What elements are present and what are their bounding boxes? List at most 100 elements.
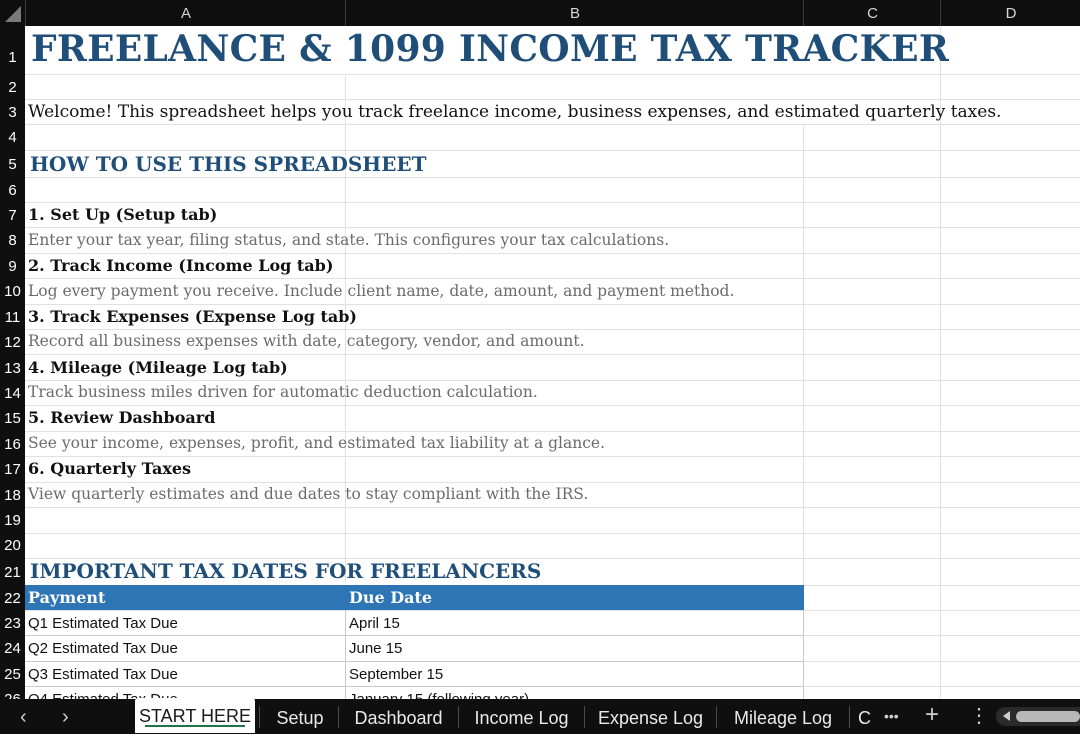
gridline <box>25 253 1080 254</box>
table-cell-payment[interactable]: Q2 Estimated Tax Due <box>28 640 178 657</box>
column-header-b[interactable]: B <box>345 0 804 26</box>
table-border <box>25 686 804 687</box>
row-header[interactable]: 1 <box>0 49 25 66</box>
row-header[interactable]: 9 <box>0 258 25 275</box>
gridline <box>25 533 1080 534</box>
tab-start-here[interactable]: START HERE <box>135 698 255 733</box>
row-header[interactable]: 15 <box>0 410 25 427</box>
step-description: View quarterly estimates and due dates t… <box>28 485 589 503</box>
column-header-c[interactable]: C <box>803 0 941 26</box>
table-header-payment: Payment <box>28 588 106 607</box>
gridline <box>25 124 1080 125</box>
how-to-heading: HOW TO USE THIS SPREADSHEET <box>30 152 427 176</box>
tab-label: Dashboard <box>354 708 443 728</box>
step-title: 3. Track Expenses (Expense Log tab) <box>28 307 357 326</box>
row-header[interactable]: 10 <box>0 283 25 300</box>
table-cell-due-date[interactable]: April 15 <box>349 615 400 632</box>
table-cell-payment[interactable]: Q3 Estimated Tax Due <box>28 666 178 683</box>
gridline <box>940 26 941 699</box>
page-title: FREELANCE & 1099 INCOME TAX TRACKER <box>31 28 950 70</box>
gridline <box>25 354 1080 355</box>
tab-separator <box>259 706 260 728</box>
step-title: 5. Review Dashboard <box>28 408 216 427</box>
gridline <box>25 227 1080 228</box>
tab-truncated[interactable]: C <box>858 699 878 734</box>
tab-dashboard[interactable]: Dashboard <box>339 699 458 734</box>
row-header[interactable]: 5 <box>0 156 25 173</box>
scrollbar-thumb[interactable] <box>1016 711 1080 722</box>
table-border <box>345 610 346 699</box>
row-header[interactable]: 24 <box>0 640 25 657</box>
step-description: Record all business expenses with date, … <box>28 332 585 350</box>
column-header-a[interactable]: A <box>25 0 346 26</box>
chevron-left-icon: ‹ <box>20 706 27 728</box>
table-cell-due-date[interactable]: June 15 <box>349 640 402 657</box>
step-title: 1. Set Up (Setup tab) <box>28 205 218 224</box>
vertical-ellipsis-icon: ⋮ <box>969 705 989 727</box>
previous-sheet-button[interactable]: ‹ <box>20 707 27 727</box>
spreadsheet-grid[interactable]: FREELANCE & 1099 INCOME TAX TRACKER Welc… <box>25 26 1080 699</box>
step-title: 2. Track Income (Income Log tab) <box>28 256 334 275</box>
row-header[interactable]: 12 <box>0 334 25 351</box>
gridline <box>25 482 1080 483</box>
ellipsis-icon: ••• <box>884 708 899 724</box>
sheet-options-button[interactable]: ⋮ <box>969 706 989 726</box>
step-title: 6. Quarterly Taxes <box>28 459 192 478</box>
scroll-left-icon[interactable] <box>1003 711 1010 721</box>
table-cell-due-date[interactable]: January 15 (following year) <box>349 691 529 699</box>
tab-expense-log[interactable]: Expense Log <box>585 699 716 734</box>
gridline <box>25 507 1080 508</box>
row-header[interactable]: 6 <box>0 182 25 199</box>
row-header[interactable]: 7 <box>0 207 25 224</box>
row-header[interactable]: 2 <box>0 79 25 96</box>
row-header[interactable]: 17 <box>0 461 25 478</box>
row-header[interactable]: 19 <box>0 512 25 529</box>
tab-income-log[interactable]: Income Log <box>459 699 584 734</box>
row-header[interactable]: 16 <box>0 436 25 453</box>
tab-mileage-log[interactable]: Mileage Log <box>717 699 849 734</box>
select-all-button[interactable] <box>0 0 25 26</box>
gridline <box>345 74 346 582</box>
row-header[interactable]: 20 <box>0 537 25 554</box>
tab-separator <box>849 706 850 728</box>
gridline <box>25 150 1080 151</box>
more-tabs-button[interactable]: ••• <box>884 706 899 726</box>
row-header[interactable]: 23 <box>0 615 25 632</box>
row-header[interactable]: 4 <box>0 129 25 146</box>
tab-setup[interactable]: Setup <box>262 699 338 734</box>
sheet-tab-bar: ‹ › START HERE Setup Dashboard Income Lo… <box>0 698 1080 734</box>
column-header-d[interactable]: D <box>940 0 1080 26</box>
gridline <box>25 99 1080 100</box>
row-header[interactable]: 25 <box>0 666 25 683</box>
table-cell-payment[interactable]: Q1 Estimated Tax Due <box>28 615 178 632</box>
row-header[interactable]: 18 <box>0 487 25 504</box>
row-header[interactable]: 22 <box>0 590 25 607</box>
tax-dates-heading: IMPORTANT TAX DATES FOR FREELANCERS <box>30 559 542 583</box>
row-header[interactable]: 14 <box>0 385 25 402</box>
tab-label: Setup <box>276 708 324 728</box>
gridline <box>25 610 1080 611</box>
tab-label: Expense Log <box>597 708 704 728</box>
table-header-row: Payment Due Date <box>25 585 804 610</box>
step-description: Log every payment you receive. Include c… <box>28 282 735 300</box>
row-header[interactable]: 3 <box>0 104 25 121</box>
row-header[interactable]: 13 <box>0 360 25 377</box>
active-tab-underline <box>145 725 245 727</box>
tab-label: Mileage Log <box>733 708 833 728</box>
gridline <box>25 405 1080 406</box>
table-cell-due-date[interactable]: September 15 <box>349 666 443 683</box>
row-header-column: 1 2 3 4 5 6 7 8 9 10 11 12 13 14 15 16 1… <box>0 26 25 708</box>
table-border <box>25 661 804 662</box>
gridline <box>25 74 1080 75</box>
next-sheet-button[interactable]: › <box>62 707 69 727</box>
gridline <box>25 278 1080 279</box>
add-sheet-button[interactable]: + <box>925 703 939 727</box>
tab-label: START HERE <box>138 706 252 726</box>
step-description: See your income, expenses, profit, and e… <box>28 434 606 452</box>
row-header[interactable]: 21 <box>0 564 25 581</box>
select-all-icon <box>5 6 21 22</box>
row-header[interactable]: 8 <box>0 232 25 249</box>
step-description: Enter your tax year, filing status, and … <box>28 231 670 249</box>
row-header[interactable]: 11 <box>0 309 25 326</box>
gridline <box>25 431 1080 432</box>
